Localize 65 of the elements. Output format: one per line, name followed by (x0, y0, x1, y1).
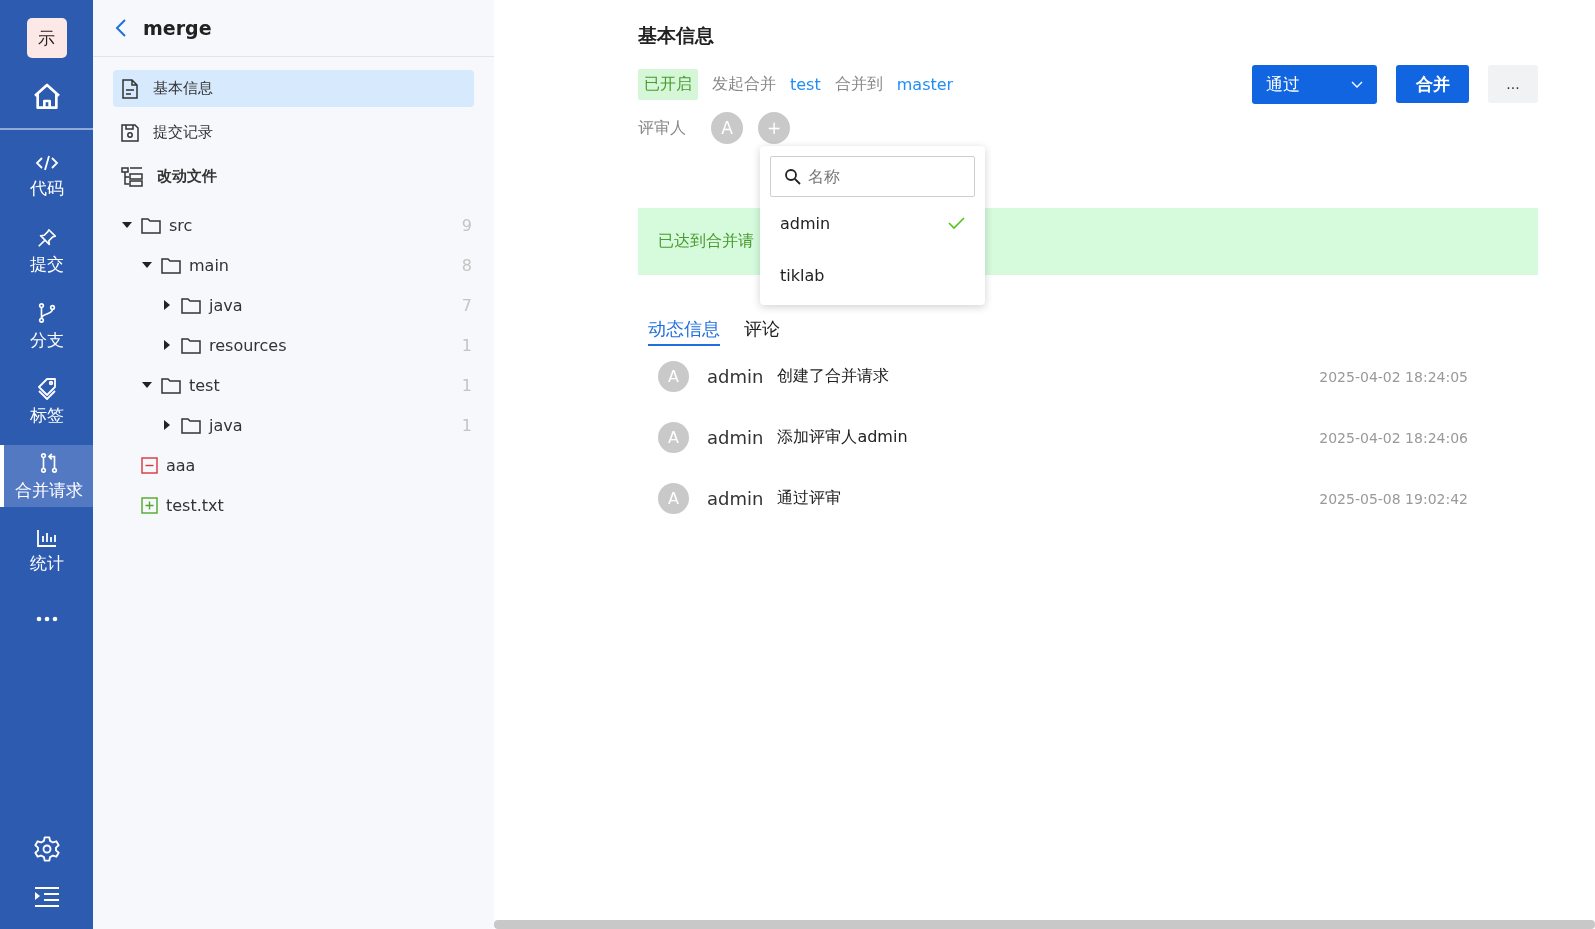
caret-icon[interactable] (142, 260, 152, 270)
folder-name[interactable]: src (169, 215, 193, 235)
tab[interactable]: 评论 (744, 317, 780, 346)
app-logo[interactable]: 示 (26, 18, 67, 58)
document-icon (121, 78, 139, 99)
status-tag: 已开启 (638, 69, 698, 100)
user-name: admin (707, 366, 764, 387)
folder-name[interactable]: java (209, 295, 243, 315)
indent-icon[interactable] (33, 886, 60, 908)
caret-icon[interactable] (162, 340, 172, 350)
section-title: 基本信息 (638, 23, 715, 48)
back-icon[interactable] (115, 18, 127, 38)
reviewers-label: 评审人 (638, 117, 686, 139)
folder-name[interactable]: resources (209, 335, 287, 355)
caret-icon[interactable] (142, 380, 152, 390)
timestamp: 2025-04-02 18:24:05 (1319, 368, 1468, 385)
user-name: admin (707, 427, 764, 448)
menu-item[interactable]: 提交记录 (113, 114, 474, 151)
caret-icon[interactable] (122, 220, 132, 230)
folder-icon (181, 336, 201, 354)
nav-item[interactable]: 标签 (0, 370, 93, 432)
timestamp: 2025-04-02 18:24:06 (1319, 429, 1468, 446)
nav-item[interactable]: 统计 (0, 520, 93, 582)
source-label: 发起合并 (712, 74, 776, 95)
menu-item[interactable]: 基本信息 (113, 70, 474, 107)
nav-item[interactable]: 代码 (0, 145, 93, 207)
folder-icon (181, 296, 201, 314)
folder-name[interactable]: java (209, 415, 243, 435)
caret-icon[interactable] (162, 300, 172, 310)
activity-text: 创建了合并请求 (777, 366, 890, 387)
folder-icon (141, 216, 161, 234)
pin-icon (35, 226, 58, 249)
file-name[interactable]: test.txt (166, 495, 224, 515)
folder-icon (161, 256, 181, 274)
settings-icon[interactable] (32, 835, 61, 863)
folder-icon (161, 376, 181, 394)
activity-text: 添加评审人admin (777, 427, 908, 448)
more-icon[interactable] (35, 616, 58, 622)
caret-icon[interactable] (162, 420, 172, 430)
more-button[interactable]: ... (1488, 65, 1538, 103)
repository-title: merge (143, 17, 212, 39)
file-tree-icon (121, 166, 143, 187)
folder-name[interactable]: main (189, 255, 229, 275)
search-icon (784, 168, 801, 185)
nav-item[interactable]: 分支 (0, 295, 93, 357)
save-icon (121, 123, 139, 142)
activity-text: 通过评审 (777, 488, 842, 509)
horizontal-scrollbar[interactable] (494, 920, 1595, 929)
user-name: admin (707, 488, 764, 509)
nav-item[interactable]: 合并请求 (0, 445, 93, 507)
chevron-down-icon (1351, 80, 1363, 89)
plus-square-icon (141, 496, 158, 514)
folder-name[interactable]: test (189, 375, 220, 395)
target-label: 合并到 (834, 74, 883, 95)
merge-button[interactable]: 合并 (1396, 65, 1469, 103)
tab[interactable]: 动态信息 (648, 317, 720, 346)
search-field[interactable]: 名称 (770, 156, 975, 197)
bar-chart-icon (35, 527, 58, 548)
review-dropdown[interactable]: 通过 (1252, 65, 1377, 104)
folder-icon (181, 416, 201, 434)
menu-item[interactable]: 改动文件 (113, 158, 474, 195)
timestamp: 2025-05-08 19:02:42 (1319, 490, 1468, 507)
file-name[interactable]: aaa (166, 455, 196, 475)
nav-item[interactable]: 提交 (0, 220, 93, 282)
minus-square-icon (141, 456, 158, 474)
